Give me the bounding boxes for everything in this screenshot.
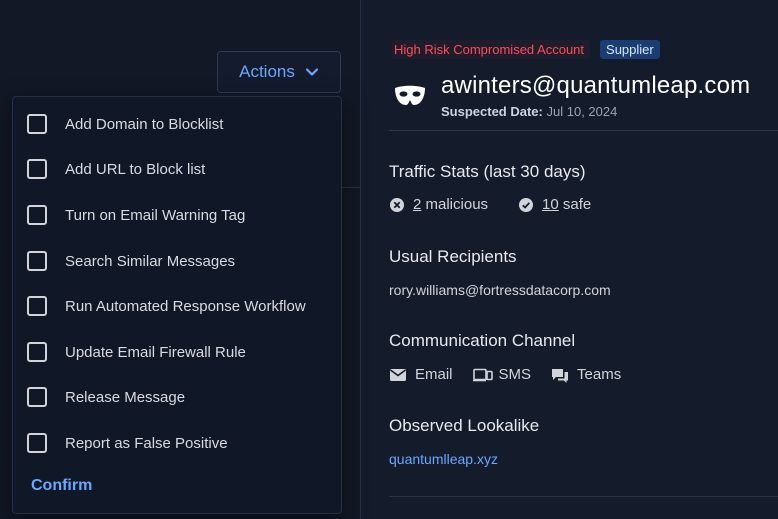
traffic-stats: 2 malicious 10 safe xyxy=(389,196,591,213)
suspected-date-value: Jul 10, 2024 xyxy=(546,104,618,119)
badges: High Risk Compromised Account Supplier xyxy=(392,40,660,59)
safe-count[interactable]: 10 xyxy=(542,196,559,213)
malicious-count[interactable]: 2 xyxy=(413,196,421,213)
chat-icon xyxy=(551,368,569,383)
menu-item-label: Report as False Positive xyxy=(65,434,228,452)
actions-label: Actions xyxy=(239,62,295,81)
usual-recipients-title: Usual Recipients xyxy=(389,247,517,266)
suspected-date-label: Suspected Date: xyxy=(441,104,543,119)
checkbox[interactable] xyxy=(27,251,47,271)
chevron-down-icon xyxy=(305,65,319,79)
channel-label: Email xyxy=(415,366,453,383)
checkbox[interactable] xyxy=(27,159,47,179)
menu-item-label: Run Automated Response Workflow xyxy=(65,297,306,315)
observed-lookalike-title: Observed Lookalike xyxy=(389,416,540,435)
channel-sms: SMS xyxy=(472,366,532,383)
channel-email: Email xyxy=(389,366,453,383)
menu-item-update-firewall[interactable]: Update Email Firewall Rule xyxy=(27,338,246,366)
menu-item-email-warning-tag[interactable]: Turn on Email Warning Tag xyxy=(27,201,245,229)
sms-icon xyxy=(472,368,493,382)
menu-item-add-domain[interactable]: Add Domain to Blocklist xyxy=(27,110,223,138)
menu-item-run-workflow[interactable]: Run Automated Response Workflow xyxy=(27,292,306,320)
menu-item-search-similar[interactable]: Search Similar Messages xyxy=(27,247,235,275)
menu-item-label: Search Similar Messages xyxy=(65,252,236,270)
checkbox[interactable] xyxy=(27,387,47,407)
usual-recipient-value: rory.williams@fortressdatacorp.com xyxy=(389,282,611,298)
traffic-stats-title: Traffic Stats (last 30 days) xyxy=(389,162,586,181)
suspected-date: Suspected Date: Jul 10, 2024 xyxy=(441,104,750,119)
channel-label: Teams xyxy=(577,366,622,383)
menu-item-report-false-positive[interactable]: Report as False Positive xyxy=(27,429,228,457)
menu-item-release-message[interactable]: Release Message xyxy=(27,383,185,411)
menu-item-label: Turn on Email Warning Tag xyxy=(65,206,246,224)
email-icon xyxy=(389,368,407,382)
communication-channels: Email SMS Teams xyxy=(389,366,621,383)
menu-item-add-url[interactable]: Add URL to Block list xyxy=(27,155,205,183)
menu-item-label: Update Email Firewall Rule xyxy=(65,343,246,361)
safe-label: safe xyxy=(562,196,592,213)
checkbox[interactable] xyxy=(27,205,47,225)
actions-dropdown-button[interactable]: Actions xyxy=(217,51,341,93)
channel-teams: Teams xyxy=(551,366,621,383)
safe-icon xyxy=(518,197,534,213)
confirm-button[interactable]: Confirm xyxy=(31,477,92,495)
checkbox[interactable] xyxy=(27,342,47,362)
checkbox[interactable] xyxy=(27,433,47,453)
checkbox[interactable] xyxy=(27,114,47,134)
checkbox[interactable] xyxy=(27,296,47,316)
supplier-badge: Supplier xyxy=(600,40,660,59)
account-header: awinters@quantumleap.com Suspected Date:… xyxy=(393,72,750,119)
actions-menu: Add Domain to Blocklist Add URL to Block… xyxy=(12,96,342,514)
malicious-icon xyxy=(389,197,405,213)
mask-icon xyxy=(393,85,427,119)
divider xyxy=(342,187,360,188)
account-email: awinters@quantumleap.com xyxy=(441,72,751,99)
communication-channel-title: Communication Channel xyxy=(389,331,576,350)
divider xyxy=(389,496,778,497)
channel-label: SMS xyxy=(498,366,532,383)
menu-item-label: Add Domain to Blocklist xyxy=(65,115,224,133)
menu-item-label: Add URL to Block list xyxy=(65,160,206,178)
risk-badge: High Risk Compromised Account xyxy=(392,40,591,59)
malicious-label: malicious xyxy=(425,196,489,213)
divider xyxy=(389,130,778,131)
lookalike-link[interactable]: quantumlleap.xyz xyxy=(389,451,498,467)
menu-item-label: Release Message xyxy=(65,388,186,406)
